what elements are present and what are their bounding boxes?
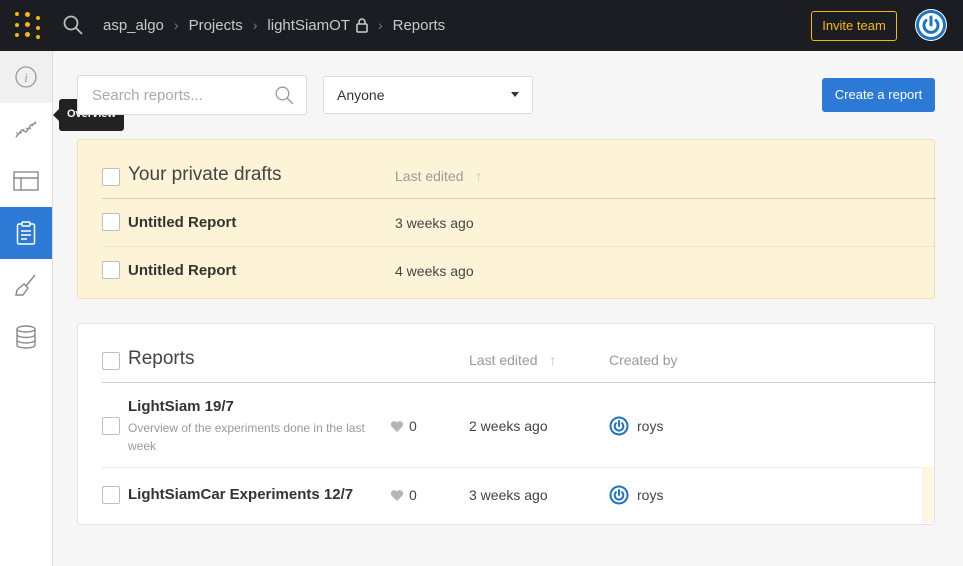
draft-row-checkbox[interactable] [102,261,120,279]
reports-panel: Reports Last edited ↑ Created by LightSi… [77,323,936,525]
report-author[interactable]: roys [609,416,663,436]
breadcrumb-entity[interactable]: asp_algo [103,17,164,34]
report-description: Overview of the experiments done in the … [128,421,365,453]
report-last-edited: 3 weeks ago [469,487,548,503]
top-bar: asp_algo › Projects › lightSiamOT › Reports In… [0,0,963,51]
sidebar-item-sweeps[interactable] [0,259,52,311]
draft-row-checkbox[interactable] [102,213,120,231]
chevron-right-icon: › [252,17,258,34]
divider [102,467,922,468]
draft-last-edited: 4 weeks ago [395,263,474,279]
lock-icon [356,17,368,33]
breadcrumb: asp_algo › Projects › lightSiamOT › Reports [103,16,445,34]
chevron-right-icon: › [173,17,179,34]
heart-icon [390,420,404,432]
breadcrumb-page[interactable]: Reports [393,17,446,34]
database-icon [16,325,36,349]
breadcrumb-projects[interactable]: Projects [189,17,243,34]
author-name: roys [637,487,664,503]
last-edited-sort-header[interactable]: Last edited ↑ [469,352,556,368]
author-filter-value: Anyone [337,87,385,103]
sidebar-item-artifacts[interactable] [0,311,52,363]
report-last-edited: 2 weeks ago [469,418,548,434]
invite-team-button[interactable]: Invite team [811,11,897,41]
sidebar-item-table[interactable] [0,155,52,207]
search-icon[interactable] [63,15,83,35]
report-title-link[interactable]: LightSiamCar Experiments 12/7 [128,486,353,503]
divider [102,246,936,247]
author-avatar [609,416,629,436]
report-likes[interactable]: 0 [390,487,417,503]
draft-title-link[interactable]: Untitled Report [128,214,236,231]
search-reports-field[interactable] [77,75,307,115]
select-all-reports-checkbox[interactable] [102,352,120,370]
sweep-broom-icon [15,274,36,296]
info-icon: i [15,66,37,88]
heart-icon [390,489,404,501]
report-row-checkbox[interactable] [102,486,120,504]
created-by-header: Created by [609,352,678,368]
search-icon [275,86,294,105]
author-name: roys [637,418,664,434]
sort-arrow-up-icon: ↑ [549,352,557,368]
sidebar-item-overview[interactable] [0,103,52,155]
svg-text:i: i [24,70,28,85]
sort-arrow-up-icon: ↑ [475,168,483,184]
caret-down-icon [511,92,519,97]
report-author[interactable]: roys [609,485,663,505]
private-drafts-panel: Your private drafts Last edited ↑ Untitl… [77,139,936,299]
reports-icon [16,221,36,245]
sidebar-item-info[interactable]: i [0,51,52,103]
draft-title-link[interactable]: Untitled Report [128,262,236,279]
row-highlight-strip [922,467,934,523]
divider [102,382,936,383]
create-report-button[interactable]: Create a report [822,78,935,112]
wandb-logo-icon[interactable] [15,11,41,39]
search-reports-input[interactable] [78,76,268,114]
user-avatar[interactable] [915,9,947,41]
last-edited-label: Last edited [469,352,538,368]
report-row-checkbox[interactable] [102,417,120,435]
divider [102,198,936,199]
select-all-drafts-checkbox[interactable] [102,168,120,186]
breadcrumb-project[interactable]: lightSiamOT [267,17,350,34]
report-likes[interactable]: 0 [390,418,417,434]
table-icon [13,171,39,191]
sidebar: i [0,51,53,566]
author-filter-select[interactable]: Anyone [323,76,533,114]
last-edited-label: Last edited [395,168,464,184]
likes-count: 0 [409,418,417,434]
chart-line-icon [15,120,37,138]
drafts-title: Your private drafts [128,164,282,185]
likes-count: 0 [409,487,417,503]
report-title-link[interactable]: LightSiam 19/7 [128,398,234,415]
sidebar-item-reports[interactable] [0,207,52,259]
draft-last-edited: 3 weeks ago [395,215,474,231]
author-avatar [609,485,629,505]
last-edited-sort-header[interactable]: Last edited ↑ [395,168,482,184]
reports-title: Reports [128,348,195,369]
chevron-right-icon: › [377,17,383,34]
